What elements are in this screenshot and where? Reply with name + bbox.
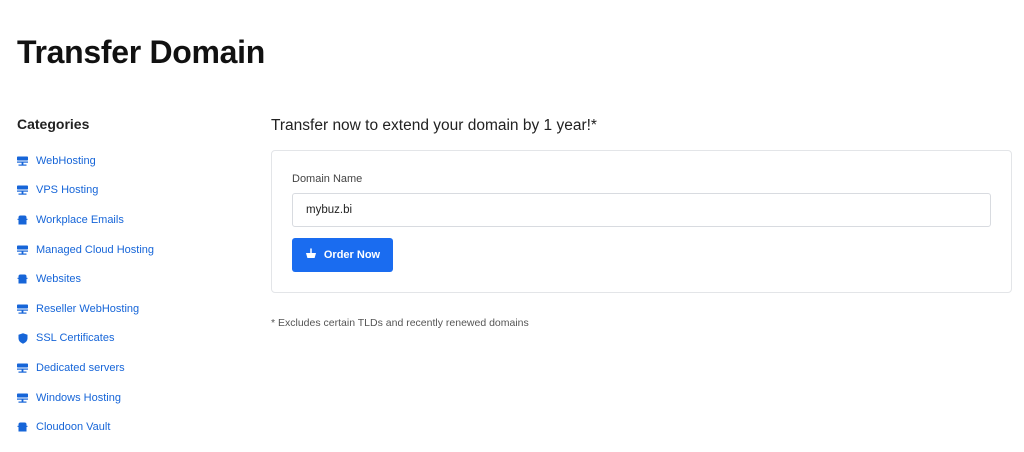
server-icon [17, 362, 28, 373]
sidebar-item-label: Windows Hosting [36, 391, 121, 404]
domain-name-input[interactable] [292, 193, 991, 227]
server-icon [17, 185, 28, 196]
categories-list: WebHosting VPS Hosting Workplace Emails … [17, 146, 247, 442]
footnote: * Excludes certain TLDs and recently ren… [271, 317, 529, 329]
sidebar-item-dedicated-servers[interactable]: Dedicated servers [17, 353, 247, 383]
sidebar-item-cloudoon-vault[interactable]: Cloudoon Vault [17, 412, 247, 442]
order-now-label: Order Now [323, 249, 381, 261]
box-icon [17, 422, 28, 433]
box-icon [17, 214, 28, 225]
sidebar-item-reseller-webhosting[interactable]: Reseller WebHosting [17, 294, 247, 324]
sidebar-item-label: Reseller WebHosting [36, 302, 140, 315]
categories-heading: Categories [17, 116, 90, 132]
sidebar-item-label: WebHosting [36, 154, 96, 167]
sidebar-item-label: Cloudoon Vault [36, 421, 111, 434]
categories-sidebar: Categories WebHosting VPS Hosting Workpl… [17, 116, 247, 442]
sidebar-item-label: Workplace Emails [36, 213, 124, 226]
server-icon [17, 303, 28, 314]
sidebar-item-workplace-emails[interactable]: Workplace Emails [17, 205, 247, 235]
domain-name-label: Domain Name [292, 173, 363, 185]
sidebar-item-label: VPS Hosting [36, 184, 99, 197]
sidebar-item-managed-cloud-hosting[interactable]: Managed Cloud Hosting [17, 235, 247, 265]
server-icon [17, 392, 28, 403]
transfer-main: Transfer now to extend your domain by 1 … [271, 116, 1012, 329]
shield-icon [17, 333, 28, 344]
sidebar-item-websites[interactable]: Websites [17, 264, 247, 294]
transfer-subtitle: Transfer now to extend your domain by 1 … [271, 117, 597, 134]
box-icon [17, 274, 28, 285]
sidebar-item-ssl-certificates[interactable]: SSL Certificates [17, 324, 247, 354]
sidebar-item-vps-hosting[interactable]: VPS Hosting [17, 176, 247, 206]
server-icon [17, 155, 28, 166]
basket-icon [305, 248, 317, 262]
page-title: Transfer Domain [17, 34, 266, 70]
sidebar-item-label: Dedicated servers [36, 361, 125, 374]
server-icon [17, 244, 28, 255]
transfer-form-card: Domain Name Order Now [271, 150, 1012, 293]
sidebar-item-label: SSL Certificates [36, 332, 115, 345]
sidebar-item-windows-hosting[interactable]: Windows Hosting [17, 383, 247, 413]
sidebar-item-label: Websites [36, 273, 82, 286]
sidebar-item-label: Managed Cloud Hosting [36, 243, 155, 256]
sidebar-item-webhosting[interactable]: WebHosting [17, 146, 247, 176]
order-now-button[interactable]: Order Now [292, 238, 393, 272]
